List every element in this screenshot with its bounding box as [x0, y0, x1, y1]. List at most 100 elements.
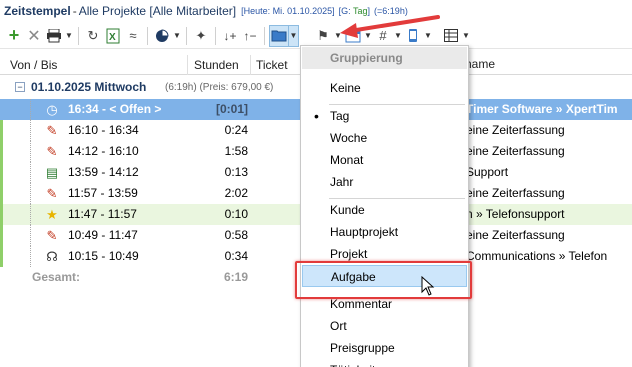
row-hours: 0:34	[224, 249, 248, 263]
calendar-dropdown-icon[interactable]: ▼	[363, 25, 373, 47]
row-project: Support	[466, 165, 509, 179]
table-dropdown-icon[interactable]: ▼	[461, 25, 471, 47]
row-hours: 0:13	[224, 165, 248, 179]
row-project: eine Zeiterfassung	[466, 186, 565, 200]
total-hours-info: (=6:19h)	[374, 6, 408, 16]
delete-icon[interactable]: ✕	[24, 25, 44, 47]
app-title: Zeitstempel	[4, 4, 71, 18]
menu-item-woche[interactable]: Woche	[302, 127, 467, 149]
sort-down-icon[interactable]: ↓+	[220, 25, 240, 47]
menu-item-hauptprojekt[interactable]: Hauptprojekt	[302, 221, 467, 243]
row-hours: 0:10	[224, 207, 248, 221]
hash-dropdown-icon[interactable]: ▼	[393, 25, 403, 47]
menu-item-ort[interactable]: Ort	[302, 315, 467, 337]
pencil-icon: ✎	[46, 144, 58, 159]
tree-line	[30, 204, 31, 225]
tree-line	[30, 99, 31, 120]
menu-item-label: Tag	[330, 109, 350, 123]
row-time: 13:59 - 14:12	[68, 165, 139, 179]
view-subtitle: Alle Projekte [Alle Mitarbeiter]	[78, 4, 237, 18]
title-bar: Zeitstempel - Alle Projekte [Alle Mitarb…	[0, 0, 632, 22]
grouping-folder-icon[interactable]	[269, 24, 289, 47]
group-date: 01.10.2025 Mittwoch	[31, 80, 147, 94]
flag-dropdown-icon[interactable]: ▼	[333, 25, 343, 47]
selected-bullet-icon: •	[314, 108, 319, 124]
toolbar-separator	[78, 26, 79, 45]
hash-icon[interactable]: #	[373, 25, 393, 47]
toolbar-separator	[186, 26, 187, 45]
row-marker	[0, 204, 3, 225]
menu-item-monat[interactable]: Monat	[302, 149, 467, 171]
row-marker	[0, 183, 3, 204]
table-icon[interactable]	[441, 25, 461, 47]
row-project: n » Telefonsupport	[466, 207, 565, 221]
row-hours: 1:58	[224, 144, 248, 158]
row-marker	[0, 120, 3, 141]
row-marker	[0, 162, 3, 183]
toolbar-separator	[215, 26, 216, 45]
tree-line	[30, 162, 31, 183]
wizard-icon[interactable]: ✦	[191, 25, 211, 47]
svg-text:X: X	[109, 32, 116, 43]
row-time: 10:15 - 10:49	[68, 249, 139, 263]
pencil-icon: ✎	[46, 123, 58, 138]
row-time: 11:57 - 13:59	[68, 186, 138, 200]
menu-title: Gruppierung	[302, 47, 467, 69]
row-time: 16:34 - < Offen >	[68, 102, 162, 116]
column-header-name[interactable]: name	[465, 57, 495, 71]
star-icon: ★	[46, 207, 58, 222]
grouping-info: [G: Tag]	[339, 6, 370, 16]
collapse-icon[interactable]: −	[15, 82, 25, 92]
row-time: 16:10 - 16:34	[68, 123, 139, 137]
highlight-callout	[295, 261, 472, 299]
chart-icon[interactable]	[152, 25, 172, 47]
row-marker	[0, 246, 3, 267]
row-hours: 0:58	[224, 228, 248, 242]
menu-item-keine[interactable]: Keine	[302, 77, 467, 99]
chart-dropdown-icon[interactable]: ▼	[172, 25, 182, 47]
menu-item-taetigkeit[interactable]: Tätigkeit	[302, 359, 467, 367]
grouping-menu: Gruppierung Keine • Tag Woche Monat Jahr…	[300, 45, 469, 367]
row-marker	[0, 141, 3, 162]
export-excel-icon[interactable]: X	[103, 25, 123, 47]
row-time: 10:49 - 11:47	[68, 228, 138, 242]
total-hours: 6:19	[223, 270, 248, 284]
tree-line	[30, 120, 31, 141]
column-header-stunden[interactable]: Stunden	[188, 54, 251, 75]
grouping-prefix: [G:	[338, 6, 351, 16]
row-project: Communications » Telefon	[466, 249, 608, 263]
column-header-ticket[interactable]: Ticket	[251, 54, 301, 75]
book-icon: ▤	[45, 165, 59, 180]
row-hours: [0:01]	[215, 102, 248, 116]
row-time: 14:12 - 16:10	[68, 144, 139, 158]
add-icon[interactable]: +	[4, 25, 24, 47]
approx-icon[interactable]: ≈	[123, 25, 143, 47]
grouping-dropdown-icon[interactable]: ▼	[289, 24, 299, 47]
mouse-cursor-icon	[421, 276, 435, 296]
row-hours: 2:02	[224, 186, 248, 200]
calendar-icon[interactable]	[343, 25, 363, 47]
headset-icon: ☊	[46, 249, 58, 264]
menu-item-jahr[interactable]: Jahr	[302, 171, 467, 193]
menu-item-tag[interactable]: • Tag	[302, 105, 467, 127]
phone-dropdown-icon[interactable]: ▼	[423, 25, 433, 47]
pencil-icon: ✎	[46, 186, 58, 201]
menu-item-preisgruppe[interactable]: Preisgruppe	[302, 337, 467, 359]
row-marker	[0, 225, 3, 246]
column-header-von-bis[interactable]: Von / Bis	[0, 54, 188, 75]
menu-item-kunde[interactable]: Kunde	[302, 199, 467, 221]
grouping-value: Tag	[353, 6, 368, 16]
print-dropdown-icon[interactable]: ▼	[64, 25, 74, 47]
phone-icon[interactable]	[403, 25, 423, 47]
flag-icon[interactable]: ⚑	[313, 25, 333, 47]
tree-line	[30, 183, 31, 204]
sort-up-icon[interactable]: ↑−	[240, 25, 260, 47]
row-project: eine Zeiterfassung	[466, 144, 565, 158]
print-icon[interactable]	[44, 25, 64, 47]
row-hours: 0:24	[224, 123, 248, 137]
row-time: 11:47 - 11:57	[68, 207, 137, 221]
total-label: Gesamt:	[32, 270, 81, 284]
refresh-icon[interactable]: ↻	[83, 25, 103, 47]
tree-line	[30, 141, 31, 162]
pencil-icon: ✎	[46, 228, 58, 243]
